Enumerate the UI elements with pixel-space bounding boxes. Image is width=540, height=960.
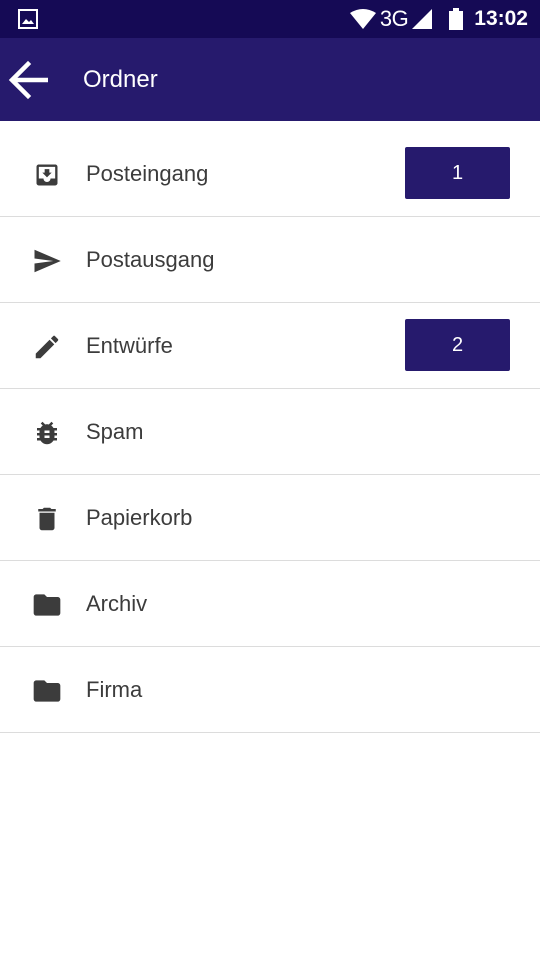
network-type: 3G	[379, 6, 409, 31]
battery-icon	[449, 8, 464, 30]
folder-label: Posteingang	[86, 161, 209, 186]
status-indicators: 3G 13:02	[349, 0, 528, 38]
folder-item-firma[interactable]: Firma	[0, 647, 540, 733]
bug-icon	[29, 416, 65, 450]
folder-item-archiv[interactable]: Archiv	[0, 561, 540, 647]
app-bar: Ordner	[0, 38, 540, 121]
page-title: Ordner	[83, 66, 158, 93]
folder-list: Posteingang 1 Postausgang Entwürfe 2 Spa…	[0, 131, 540, 733]
folder-icon	[29, 588, 65, 622]
status-bar: 3G 13:02	[0, 0, 540, 38]
unread-count-badge: 1	[405, 147, 510, 199]
inbox-download-icon	[29, 158, 65, 192]
draft-count-badge: 2	[405, 319, 510, 371]
signal-icon	[412, 9, 433, 29]
gallery-icon	[18, 9, 38, 29]
folder-label: Firma	[86, 677, 143, 702]
trash-icon	[29, 502, 65, 536]
folder-icon	[29, 674, 65, 708]
folder-label: Spam	[86, 419, 144, 444]
folder-item-papierkorb[interactable]: Papierkorb	[0, 475, 540, 561]
folder-item-posteingang[interactable]: Posteingang 1	[0, 131, 540, 217]
folder-item-postausgang[interactable]: Postausgang	[0, 217, 540, 303]
send-icon	[29, 244, 65, 278]
pencil-icon	[29, 330, 65, 364]
folder-label: Entwürfe	[86, 333, 173, 358]
folder-label: Archiv	[86, 591, 148, 616]
wifi-icon	[349, 9, 376, 29]
folder-item-spam[interactable]: Spam	[0, 389, 540, 475]
folder-label: Postausgang	[86, 247, 215, 272]
arrow-back-icon[interactable]	[8, 58, 52, 102]
folder-label: Papierkorb	[86, 505, 193, 530]
folder-item-entwuerfe[interactable]: Entwürfe 2	[0, 303, 540, 389]
status-time: 13:02	[474, 7, 528, 30]
